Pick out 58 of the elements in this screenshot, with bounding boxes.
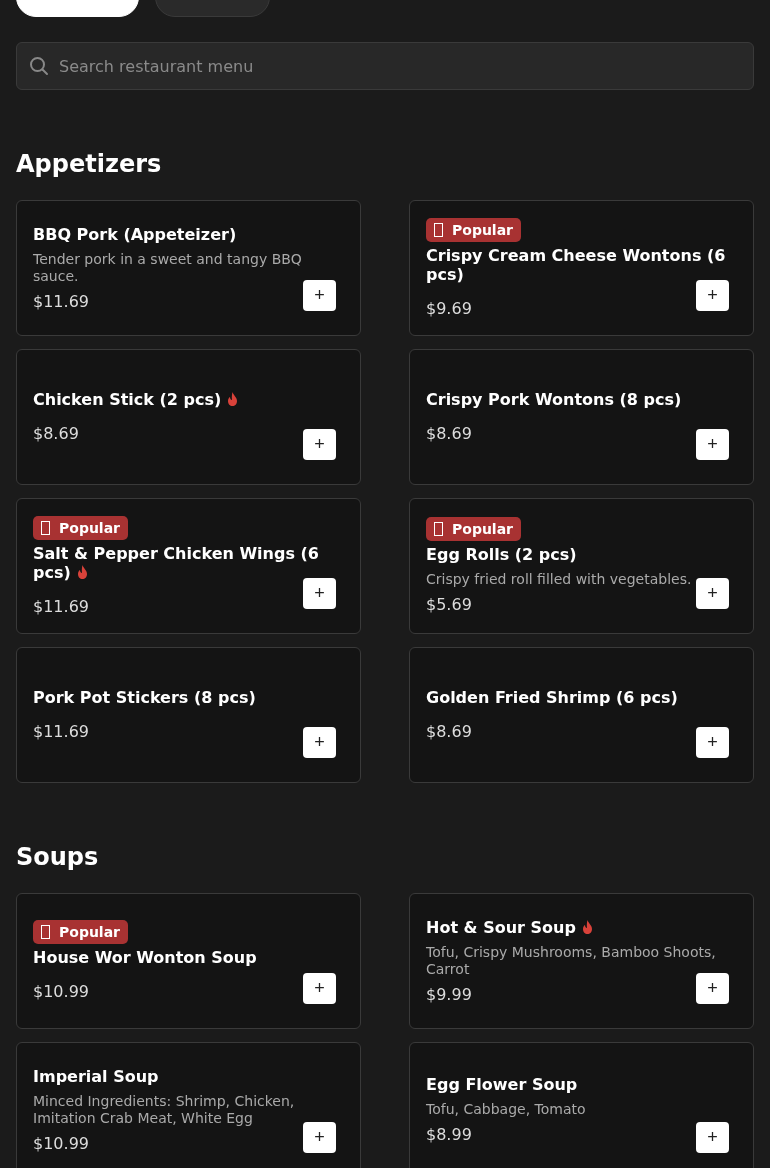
item-price: $5.69 (426, 595, 472, 615)
menu-item-card[interactable]: Chicken Stick (2 pcs) $8.69 + (16, 349, 361, 485)
section-heading: Soups (16, 843, 99, 872)
item-name: Imperial Soup (33, 1066, 159, 1086)
item-price: $8.69 (426, 722, 472, 742)
item-name: Crispy Pork Wontons (8 pcs) (426, 390, 682, 409)
add-button[interactable]: + (303, 1122, 336, 1153)
add-button[interactable]: + (303, 280, 336, 311)
item-name: Pork Pot Stickers (8 pcs) (33, 688, 256, 707)
item-name: Egg Rolls (2 pcs) (426, 545, 577, 564)
add-button[interactable]: + (696, 1122, 729, 1153)
popular-badge: Popular (426, 217, 522, 242)
item-name: Golden Fried Shrimp (6 pcs) (426, 688, 678, 707)
item-price: $11.69 (33, 596, 89, 617)
item-price: $10.99 (33, 982, 89, 1002)
add-button[interactable]: + (303, 578, 336, 609)
section-heading: Appetizers (16, 150, 162, 179)
item-name: Hot & Sour Soup (426, 917, 593, 937)
item-price: $8.69 (33, 424, 79, 444)
item-description: Tofu, Cabbage, Tomato (426, 1101, 586, 1118)
item-name: BBQ Pork (Appeteizer) (33, 224, 237, 244)
add-button[interactable]: + (303, 429, 336, 460)
item-name: Chicken Stick (2 pcs) (33, 390, 239, 409)
popular-badge: Popular (33, 515, 129, 540)
menu-item-card[interactable]: Crispy Pork Wontons (8 pcs) $8.69 + (409, 349, 754, 485)
popular-badge: Popular (33, 920, 129, 944)
menu-item-card[interactable]: Popular Crispy Cream Cheese Wontons (6 pcs) $9.69 + (409, 200, 754, 336)
add-button[interactable]: + (696, 578, 729, 609)
item-price: $9.69 (426, 298, 472, 319)
item-name: House Wor Wonton Soup (33, 948, 257, 967)
item-price: $11.69 (33, 291, 89, 312)
menu-item-card[interactable]: Imperial Soup Minced Ingredients: Shrimp, Chicken, Imitation Crab Meat, White Egg $10.99 + (16, 1042, 361, 1168)
item-price: $11.69 (33, 722, 89, 742)
menu-item-card[interactable]: Hot & Sour Soup Tofu, Crispy Mushrooms, Bamboo Shoots, Carrot $9.99 + (409, 893, 754, 1029)
popular-badge: Popular (426, 517, 522, 541)
menu-item-card[interactable]: Egg Flower Soup Tofu, Cabbage, Tomato $8.99 + (409, 1042, 754, 1168)
menu-item-card[interactable]: Popular Egg Rolls (2 pcs) Crispy fried roll filled with vegetables. $5.69 + (409, 498, 754, 634)
add-button[interactable]: + (696, 727, 729, 758)
add-button[interactable]: + (696, 280, 729, 311)
item-description: Tender pork in a sweet and tangy BBQ sauce. (33, 250, 303, 285)
add-button[interactable]: + (696, 429, 729, 460)
item-price: $9.99 (426, 984, 472, 1005)
menu-item-card[interactable]: Pork Pot Stickers (8 pcs) $11.69 + (16, 647, 361, 783)
item-description: Crispy fried roll filled with vegetables. (426, 571, 692, 588)
item-price: $8.69 (426, 424, 472, 444)
search-field[interactable]: Search restaurant menu (16, 42, 754, 90)
item-name: Egg Flower Soup (426, 1075, 578, 1094)
item-price: $8.99 (426, 1125, 472, 1145)
menu-item-card[interactable]: BBQ Pork (Appeteizer) Tender pork in a sweet and tangy BBQ sauce. $11.69 + (16, 200, 361, 336)
menu-item-card[interactable]: Popular Salt & Pepper Chicken Wings (6 pcs) $11.69 + (16, 498, 361, 634)
menu-item-card[interactable]: Popular House Wor Wonton Soup $10.99 + (16, 893, 361, 1029)
item-price: $10.99 (33, 1133, 89, 1154)
search-icon (29, 56, 49, 76)
menu-item-card[interactable]: Golden Fried Shrimp (6 pcs) $8.69 + (409, 647, 754, 783)
add-button[interactable]: + (696, 973, 729, 1004)
item-description: Minced Ingredients: Shrimp, Chicken, Imitation Crab Meat, White Egg (33, 1092, 296, 1127)
add-button[interactable]: + (303, 727, 336, 758)
add-button[interactable]: + (303, 973, 336, 1004)
